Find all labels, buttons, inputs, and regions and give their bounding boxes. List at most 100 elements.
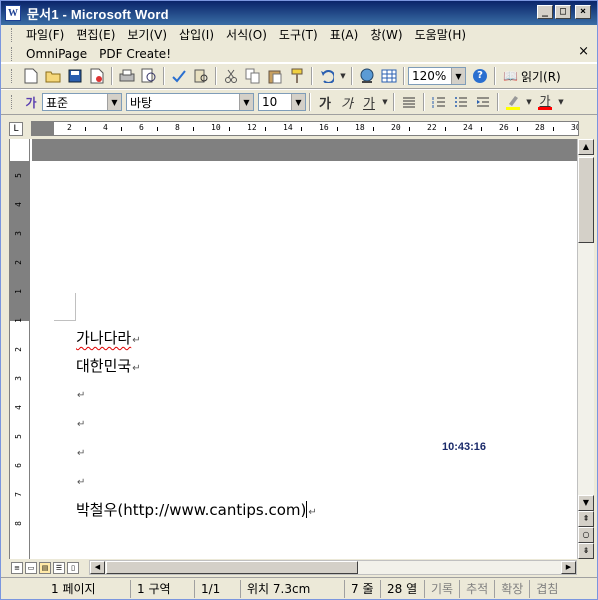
menu-tools[interactable]: 도구(T) <box>273 26 324 43</box>
clock-overlay: 10:43:16 <box>442 441 487 453</box>
ruler-tick <box>337 127 338 131</box>
maximize-button[interactable]: □ <box>555 5 571 19</box>
menu-omnipage[interactable]: OmniPage <box>20 47 93 61</box>
horizontal-scroll-thumb[interactable] <box>106 561 358 574</box>
status-trk[interactable]: 추적 <box>460 579 496 598</box>
scroll-up-button[interactable]: ▲ <box>578 139 594 155</box>
next-page-button[interactable]: ⇟ <box>578 543 594 559</box>
scroll-left-button[interactable]: ◀ <box>90 561 105 574</box>
scroll-down-button[interactable]: ▼ <box>578 495 594 511</box>
font-size-dropdown-icon[interactable]: ▼ <box>291 94 305 110</box>
menu-pdf-create[interactable]: PDF Create! <box>93 47 177 61</box>
print-layout-view-icon[interactable]: ▤ <box>39 561 51 574</box>
title-bar[interactable]: W 문서1 - Microsoft Word _ □ × <box>1 1 597 25</box>
text-line-3[interactable]: ↵ <box>76 384 85 402</box>
save-icon[interactable] <box>65 66 85 86</box>
style-select[interactable]: 표준 ▼ <box>42 93 122 111</box>
web-layout-view-icon[interactable]: ▭ <box>25 561 37 574</box>
scroll-right-button[interactable]: ▶ <box>561 561 576 574</box>
italic-button[interactable]: 가 <box>337 92 357 112</box>
font-dropdown-icon[interactable]: ▼ <box>239 94 253 110</box>
toolbar-grip[interactable] <box>11 69 14 83</box>
text-line-1[interactable]: 가나다라↵ <box>76 327 141 348</box>
underline-button[interactable]: 가 <box>359 92 379 112</box>
reading-layout-view-icon[interactable]: ▯ <box>67 561 79 574</box>
permission-icon[interactable] <box>87 66 107 86</box>
status-section[interactable]: 1 구역 <box>131 579 195 598</box>
hyperlink-icon[interactable] <box>357 66 377 86</box>
horizontal-ruler[interactable]: 2468101214161820222426283032 <box>31 121 579 136</box>
menu-grip-2[interactable] <box>11 46 14 61</box>
spelling-icon[interactable] <box>169 66 189 86</box>
status-line[interactable]: 7 줄 <box>345 579 381 598</box>
numbering-icon[interactable] <box>429 92 449 112</box>
help-icon[interactable]: ? <box>470 66 490 86</box>
font-color-dropdown-icon[interactable]: ▼ <box>557 92 565 112</box>
vertical-ruler[interactable]: 5 4 3 2 1 1 2 3 4 5 6 7 8 <box>10 139 30 559</box>
open-folder-icon[interactable] <box>43 66 63 86</box>
text-line-7[interactable]: 박철우(http://www.cantips.com) ↵ <box>76 499 317 520</box>
document-close-icon[interactable]: × <box>578 44 589 59</box>
zoom-select[interactable]: 120% ▼ <box>408 67 466 85</box>
document-page[interactable]: 가나다라↵ 대한민국↵ ↵ ↵ ↵ ↵ 박철우(http://www.canti… <box>32 161 578 559</box>
undo-icon[interactable] <box>317 66 337 86</box>
underline-dropdown-icon[interactable]: ▼ <box>381 92 389 112</box>
font-size-select[interactable]: 10 ▼ <box>258 93 306 111</box>
text-line-5[interactable]: ↵ <box>76 442 85 460</box>
print-icon[interactable] <box>117 66 137 86</box>
status-column[interactable]: 28 열 <box>381 579 425 598</box>
style-dropdown-icon[interactable]: ▼ <box>107 94 121 110</box>
word-app-icon[interactable]: W <box>5 5 21 21</box>
minimize-button[interactable]: _ <box>537 5 553 19</box>
vertical-scroll-thumb[interactable] <box>578 157 594 243</box>
menu-grip[interactable] <box>11 27 14 42</box>
text-line-6[interactable]: ↵ <box>76 471 85 489</box>
highlight-icon[interactable] <box>503 92 523 112</box>
menu-file[interactable]: 파일(F) <box>20 26 70 43</box>
vertical-scrollbar[interactable]: ▲ ▼ ⇞ ○ ⇟ <box>577 139 594 559</box>
tab-selector[interactable]: L <box>9 122 23 136</box>
menu-insert[interactable]: 삽입(I) <box>173 26 220 43</box>
paste-icon[interactable] <box>265 66 285 86</box>
status-ext[interactable]: 확장 <box>495 579 531 598</box>
outline-view-icon[interactable]: ☰ <box>53 561 65 574</box>
bullets-icon[interactable] <box>451 92 471 112</box>
styles-pane-icon[interactable]: 가 <box>21 92 41 112</box>
status-page[interactable]: 1 페이지 <box>1 579 131 598</box>
copy-icon[interactable] <box>243 66 263 86</box>
highlight-dropdown-icon[interactable]: ▼ <box>525 92 533 112</box>
align-justify-icon[interactable] <box>399 92 419 112</box>
status-rec[interactable]: 기록 <box>425 579 461 598</box>
bold-button[interactable]: 가 <box>315 92 335 112</box>
status-page-of[interactable]: 1/1 <box>195 579 241 598</box>
new-document-icon[interactable] <box>21 66 41 86</box>
font-select[interactable]: 바탕 ▼ <box>126 93 254 111</box>
menu-view[interactable]: 보기(V) <box>121 26 173 43</box>
menu-table[interactable]: 표(A) <box>324 26 365 43</box>
format-painter-icon[interactable] <box>287 66 307 86</box>
menu-edit[interactable]: 편집(E) <box>70 26 121 43</box>
insert-table-icon[interactable] <box>379 66 399 86</box>
undo-dropdown-icon[interactable]: ▼ <box>339 66 347 86</box>
normal-view-icon[interactable]: ≡ <box>11 561 23 574</box>
status-position[interactable]: 위치 7.3cm <box>241 579 345 598</box>
toolbar-grip[interactable] <box>11 95 14 109</box>
menu-format[interactable]: 서식(O) <box>220 26 273 43</box>
previous-page-button[interactable]: ⇞ <box>578 511 594 527</box>
zoom-dropdown-icon[interactable]: ▼ <box>451 68 465 84</box>
status-ovr[interactable]: 겹침 <box>530 580 564 598</box>
horizontal-scrollbar[interactable]: ◀ ▶ <box>89 560 577 575</box>
ruler-tick <box>265 127 266 131</box>
print-preview-icon[interactable] <box>139 66 159 86</box>
menu-help[interactable]: 도움말(H) <box>409 26 473 43</box>
text-line-4[interactable]: ↵ <box>76 413 85 431</box>
font-color-icon[interactable]: 가 <box>535 92 555 112</box>
cut-icon[interactable] <box>221 66 241 86</box>
text-line-2[interactable]: 대한민국↵ <box>76 355 141 376</box>
research-icon[interactable] <box>191 66 211 86</box>
close-button[interactable]: × <box>575 5 591 19</box>
menu-window[interactable]: 창(W) <box>364 26 408 43</box>
select-browse-object-button[interactable]: ○ <box>578 527 594 543</box>
increase-indent-icon[interactable] <box>473 92 493 112</box>
read-mode-button[interactable]: 📖 읽기(R) <box>499 68 565 85</box>
